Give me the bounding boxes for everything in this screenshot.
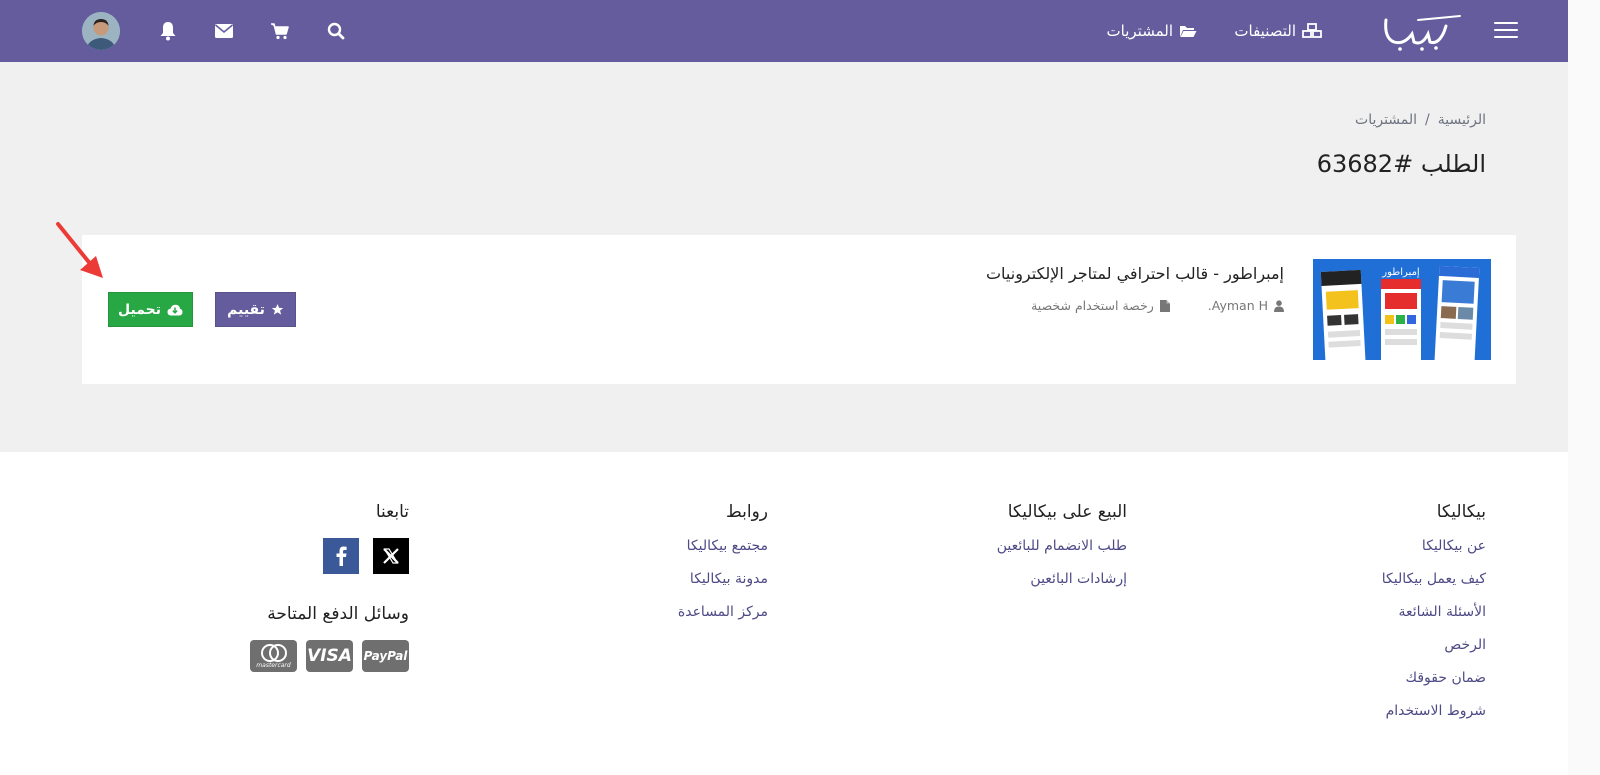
visa-icon: VISA <box>306 640 353 672</box>
mastercard-icon: mastercard <box>250 640 297 672</box>
footer-col-sell-title: البيع على بيكاليكا <box>1007 502 1127 522</box>
footer-link[interactable]: الرخص <box>1382 637 1486 653</box>
page-scrollbar[interactable] <box>1568 0 1600 775</box>
payment-methods: PayPal VISA mastercard <box>250 640 409 672</box>
footer-link[interactable]: كيف يعمل بيكاليكا <box>1382 571 1486 587</box>
nav-categories-label: التصنيفات <box>1234 22 1296 40</box>
site-footer: بيكاليكا عن بيكاليكا كيف يعمل بيكاليكا ا… <box>0 452 1568 775</box>
main-content: الرئيسية / المشتريات الطلب #63682 إمبراط… <box>0 62 1568 452</box>
footer-col-sell: البيع على بيكاليكا طلب الانضمام للبائعين… <box>997 502 1127 604</box>
mastercard-label: mastercard <box>256 661 291 669</box>
rate-button[interactable]: تقييم <box>215 292 296 327</box>
product-thumbnail[interactable]: إمبراطور <box>1313 259 1491 360</box>
footer-col-about: بيكاليكا عن بيكاليكا كيف يعمل بيكاليكا ا… <box>1382 502 1486 736</box>
annotation-arrow-icon <box>56 222 103 278</box>
cloud-download-icon <box>167 304 183 315</box>
breadcrumb-separator: / <box>1425 112 1430 128</box>
footer-col-follow-title: تابعنا <box>375 502 409 522</box>
breadcrumb-home[interactable]: الرئيسية <box>1438 112 1486 128</box>
breadcrumb: الرئيسية / المشتريات <box>1355 112 1486 128</box>
footer-col-about-title: بيكاليكا <box>1436 502 1486 522</box>
menu-icon[interactable] <box>1494 22 1518 40</box>
top-navbar: التصنيفات المشتريات <box>0 0 1568 62</box>
footer-link[interactable]: شروط الاستخدام <box>1382 703 1486 719</box>
site-logo[interactable] <box>1378 12 1462 52</box>
product-author: Ayman H. <box>1207 298 1268 313</box>
footer-link[interactable]: مجتمع بيكاليكا <box>678 538 768 554</box>
breadcrumb-current: المشتريات <box>1355 112 1418 128</box>
download-button[interactable]: تحميل <box>108 292 193 327</box>
star-icon <box>271 304 284 315</box>
footer-col-links-title: روابط <box>725 502 768 522</box>
footer-link[interactable]: مدونة بيكاليكا <box>678 571 768 587</box>
nav-purchases[interactable]: المشتريات <box>1107 21 1197 41</box>
social-links <box>250 538 409 574</box>
product-license: رخصة استخدام شخصية <box>1031 298 1154 313</box>
bell-icon[interactable] <box>158 21 178 41</box>
nav-categories[interactable]: التصنيفات <box>1234 21 1322 41</box>
footer-link[interactable]: إرشادات البائعين <box>997 571 1127 587</box>
envelope-icon[interactable] <box>214 21 234 41</box>
footer-link[interactable]: ضمان حقوقك <box>1382 670 1486 686</box>
nav-purchases-label: المشتريات <box>1106 22 1173 40</box>
cart-icon[interactable] <box>270 21 290 41</box>
search-icon[interactable] <box>326 21 346 41</box>
x-twitter-icon[interactable] <box>373 538 409 574</box>
facebook-icon[interactable] <box>323 538 359 574</box>
user-icon <box>1274 299 1284 312</box>
payment-methods-title: وسائل الدفع المتاحة <box>267 604 409 624</box>
footer-link[interactable]: مركز المساعدة <box>678 604 768 620</box>
user-avatar[interactable] <box>82 12 120 50</box>
product-thumbnail-caption: إمبراطور <box>1381 267 1420 278</box>
footer-link[interactable]: الأسئلة الشائعة <box>1382 604 1487 620</box>
footer-col-follow: تابعنا وسائل الدفع المتاحة PayPal VISA m… <box>250 502 409 672</box>
product-title[interactable]: إمبراطور - قالب احترافي لمتاجر الإلكترون… <box>986 264 1284 283</box>
mastercard-circles-icon <box>260 643 287 662</box>
footer-link[interactable]: طلب الانضمام للبائعين <box>997 538 1127 554</box>
folder-open-icon <box>1180 26 1197 37</box>
cubes-icon <box>1302 23 1322 38</box>
page-title: الطلب #63682 <box>1316 150 1486 178</box>
footer-col-links: روابط مجتمع بيكاليكا مدونة بيكاليكا مركز… <box>678 502 768 637</box>
file-icon <box>1159 299 1170 312</box>
order-item-card: إمبراطور إمبراطور - قالب احترافي لمتاجر … <box>82 235 1516 384</box>
rate-button-label: تقييم <box>227 301 265 318</box>
download-button-label: تحميل <box>118 301 161 318</box>
footer-link[interactable]: عن بيكاليكا <box>1382 538 1486 554</box>
product-meta: Ayman H. رخصة استخدام شخصية <box>1031 298 1284 313</box>
paypal-icon: PayPal <box>362 640 409 672</box>
